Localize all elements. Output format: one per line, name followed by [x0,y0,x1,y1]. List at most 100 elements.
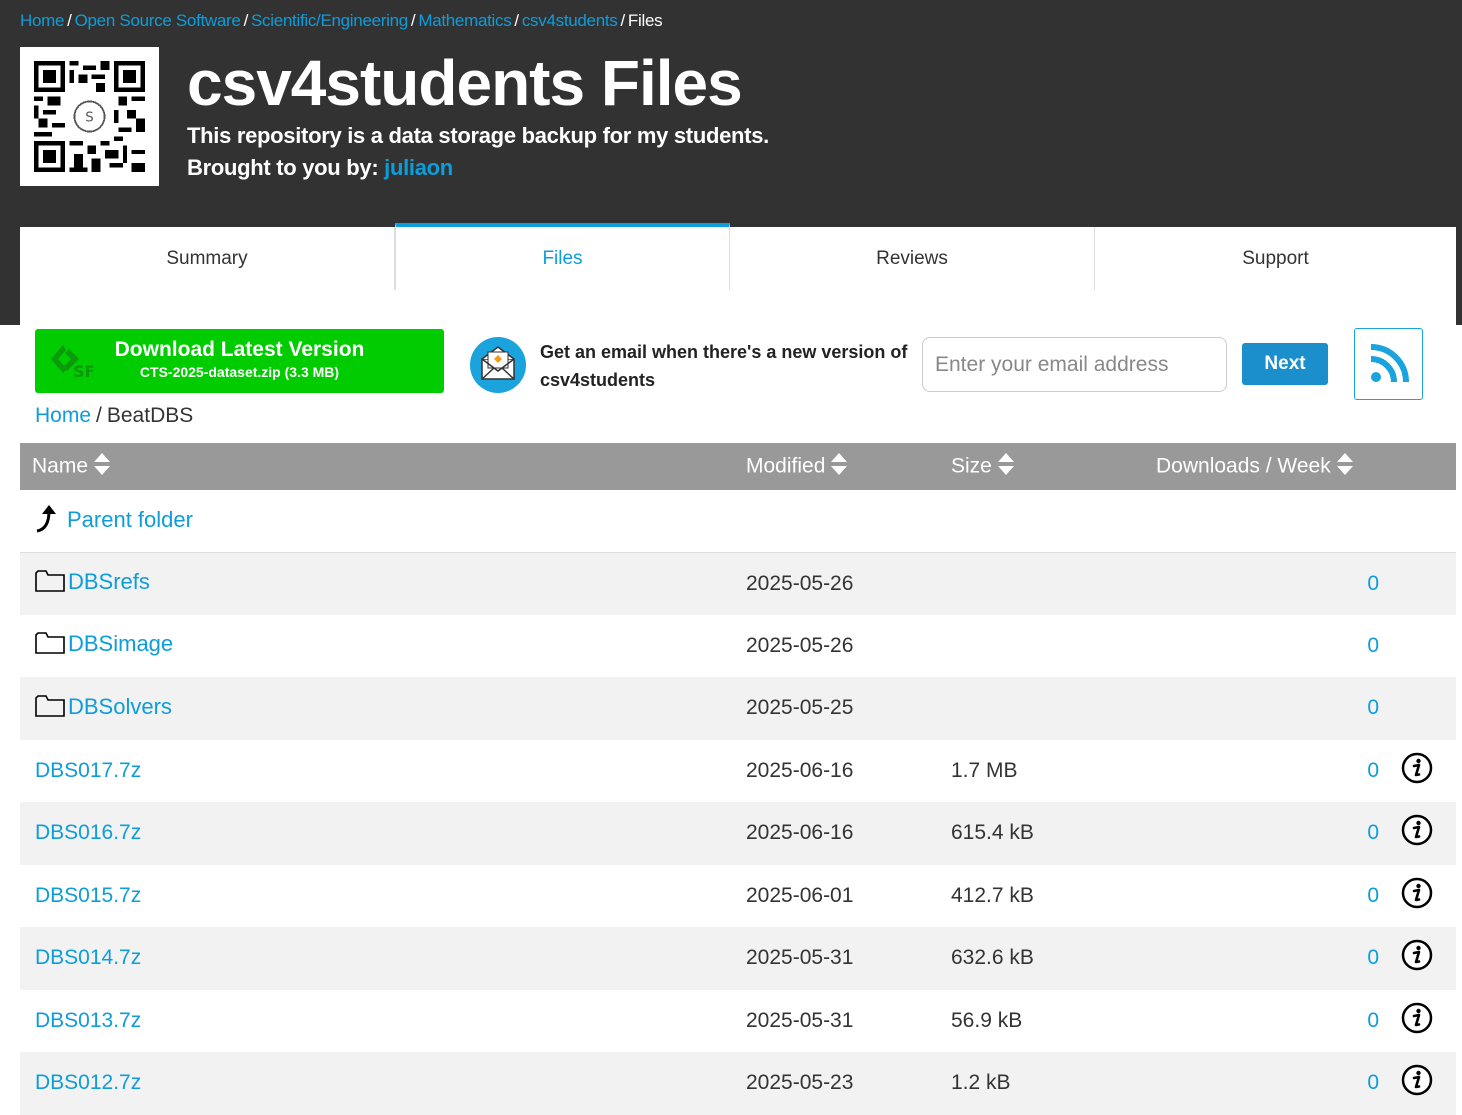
downloads-column-header[interactable]: Downloads / Week [1144,443,1456,490]
file-link[interactable]: DBS017.7z [35,759,141,782]
tab-reviews[interactable]: Reviews [730,227,1095,290]
file-link[interactable]: DBS014.7z [35,946,141,969]
size-cell [939,552,1144,615]
downloads-link[interactable]: 0 [1221,634,1379,658]
name-cell: DBSolvers [20,677,734,740]
tab-support[interactable]: Support [1095,227,1456,290]
downloads-link[interactable]: 0 [1221,884,1379,908]
folder-link[interactable]: DBSimage [68,631,173,656]
downloads-link[interactable]: 0 [1221,1009,1379,1033]
breadcrumb-csv4students[interactable]: csv4students [522,11,618,30]
rss-button[interactable] [1354,328,1423,400]
name-cell: DBS013.7z [20,990,734,1053]
info-icon[interactable] [1401,877,1433,915]
info-icon[interactable] [1401,1002,1433,1040]
info-cell [1379,990,1456,1053]
tab-summary[interactable]: Summary [20,227,395,290]
downloads-link[interactable]: 0 [1221,696,1379,720]
folder-icon [35,694,65,723]
size-cell: 615.4 kB [951,821,1034,845]
file-link[interactable]: DBS013.7z [35,1009,141,1032]
breadcrumb-home[interactable]: Home [20,11,64,30]
files-table: Name Modified Size Downloads / Week Pare… [20,443,1456,1115]
download-button-file: CTS-2025-dataset.zip (3.3 MB) [139,364,340,380]
project-byline: Brought to you by: juliaon [187,155,453,181]
downloads-cell: 0 [1144,677,1379,740]
downloads-cell: 0 [1144,865,1379,928]
downloads-cell: 0 [1144,927,1379,990]
info-cell [1379,740,1456,803]
info-cell [1379,552,1456,615]
modified-cell: 2025-06-16 [746,821,854,845]
info-icon[interactable] [1401,752,1433,790]
folder-link[interactable]: DBSrefs [68,569,150,594]
table-row: DBSimage 2025-05-26 0 [20,614,1456,678]
info-icon[interactable] [1401,1064,1433,1102]
download-latest-button[interactable]: SF Download Latest Version CTS-2025-data… [35,329,444,393]
file-link[interactable]: DBS015.7z [35,884,141,907]
download-button-title: Download Latest Version [114,338,365,361]
path-current: BeatDBS [106,404,194,427]
breadcrumb-separator: / [67,11,72,30]
table-row: DBS013.7z 2025-05-31 56.9 kB 0 [20,989,1456,1053]
svg-text:S: S [85,110,93,125]
table-row: DBS017.7z 2025-06-16 1.7 MB 0 [20,739,1456,803]
project-description: This repository is a data storage backup… [187,123,769,148]
modified-header-label: Modified [746,454,826,478]
downloads-link[interactable]: 0 [1221,821,1379,845]
size-column-header[interactable]: Size [939,443,1144,490]
file-link[interactable]: DBS012.7z [35,1071,141,1094]
table-row: DBS014.7z 2025-05-31 632.6 kB 0 [20,927,1456,990]
downloads-cell: 0 [1144,990,1379,1053]
parent-folder-link[interactable]: Parent folder [67,507,193,532]
size-cell [939,615,1144,678]
table-header-row: Name Modified Size Downloads / Week [20,443,1456,490]
breadcrumb-separator: / [620,11,625,30]
size-cell: 56.9 kB [951,1008,1023,1032]
file-link[interactable]: DBS016.7z [35,821,141,844]
modified-cell: 2025-05-23 [746,1071,854,1095]
sort-icon [94,452,111,481]
sort-icon [831,452,848,481]
path-home-link[interactable]: Home [35,404,91,427]
size-header-label: Size [951,454,992,478]
modified-column-header[interactable]: Modified [734,443,939,490]
table-row: DBS012.7z 2025-05-23 1.2 kB 0 [20,1052,1456,1115]
file-rows: DBSrefs 2025-05-26 0 DBSimage 2025-05-26 0 DBS… [20,552,1456,1115]
info-icon[interactable] [1401,939,1433,977]
downloads-link[interactable]: 0 [1221,1071,1379,1095]
author-link[interactable]: juliaon [384,155,453,180]
info-icon[interactable] [1401,814,1433,852]
name-cell: DBS014.7z [20,927,734,990]
tab-files[interactable]: Files [395,223,730,290]
breadcrumb-open-source-software[interactable]: Open Source Software [75,11,241,30]
info-cell [1379,865,1456,928]
info-cell [1379,677,1456,740]
breadcrumb-mathematics[interactable]: Mathematics [418,11,511,30]
modified-cell: 2025-05-25 [746,696,854,720]
modified-cell: 2025-05-26 [746,633,854,657]
downloads-link[interactable]: 0 [1221,946,1379,970]
downloads-link[interactable]: 0 [1221,759,1379,783]
qr-code-icon: S [20,47,159,186]
folder-path: Home / BeatDBS [35,404,193,428]
breadcrumb-scientific-engineering[interactable]: Scientific/Engineering [251,11,408,30]
breadcrumb: Home / Open Source Software / Scientific/Eng… [20,11,663,31]
sort-icon [1336,452,1353,481]
downloads-cell: 0 [1144,1052,1379,1115]
modified-cell: 2025-05-31 [746,1008,854,1032]
table-row: DBSrefs 2025-05-26 0 [20,552,1456,615]
info-cell [1379,615,1456,678]
name-header-label: Name [32,454,89,478]
downloads-cell: 0 [1144,615,1379,678]
project-tabs: Summary Files Reviews Support [20,223,1456,291]
folder-link[interactable]: DBSolvers [68,694,172,719]
downloads-header-label: Downloads / Week [1156,454,1331,478]
email-input[interactable] [922,337,1227,392]
breadcrumb-separator: / [243,11,249,30]
name-column-header[interactable]: Name [20,443,734,490]
parent-folder-row[interactable]: Parent folder [20,490,1456,552]
downloads-link[interactable]: 0 [1221,572,1379,596]
next-button[interactable]: Next [1242,343,1328,385]
name-cell: DBS012.7z [20,1052,734,1115]
